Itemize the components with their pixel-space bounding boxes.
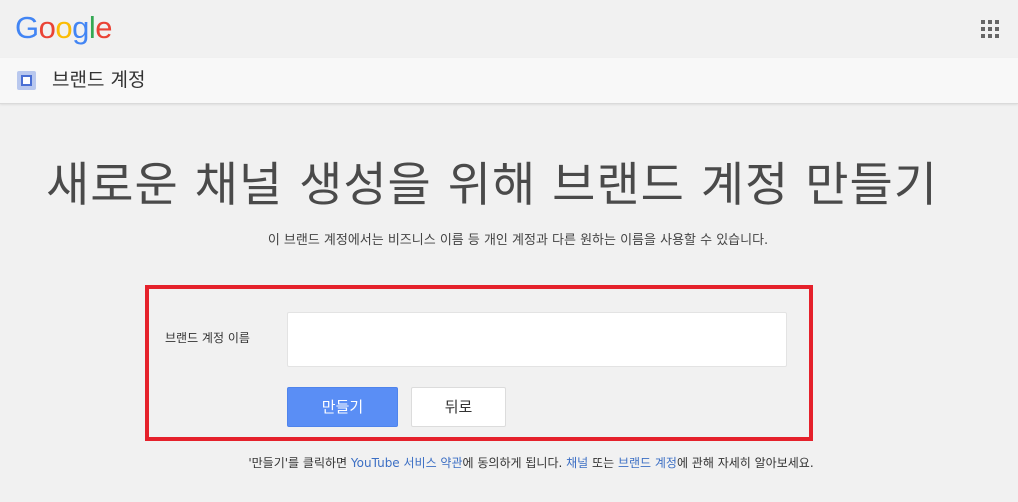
logo-letter-e: e <box>95 10 113 45</box>
page-subtitle: 이 브랜드 계정에서는 비즈니스 이름 등 개인 계정과 다른 원하는 이름을 … <box>267 233 769 248</box>
terms-text-1: '만들기'를 클릭하면 <box>248 456 351 470</box>
terms-notice: '만들기'를 클릭하면 YouTube 서비스 약관에 동의하게 됩니다. 채널… <box>0 454 1018 472</box>
terms-text-2: 에 동의하게 됩니다. <box>462 456 567 470</box>
logo-letter-g2: g <box>72 10 89 45</box>
top-bar: Google <box>0 0 1018 58</box>
brand-account-bar: 브랜드 계정 <box>0 58 1018 104</box>
brand-account-title: 브랜드 계정 <box>52 69 146 91</box>
logo-letter-g: G <box>15 10 39 45</box>
brand-account-icon <box>17 71 36 90</box>
create-button[interactable]: 만들기 <box>287 387 398 427</box>
logo-letter-o1: o <box>38 10 56 45</box>
channel-link[interactable]: 채널 <box>566 456 588 470</box>
brand-name-input[interactable] <box>287 312 787 367</box>
google-logo[interactable]: Google <box>15 9 113 47</box>
logo-letter-o2: o <box>55 10 73 45</box>
apps-grid-icon[interactable] <box>981 20 999 38</box>
brand-account-link[interactable]: 브랜드 계정 <box>618 456 677 470</box>
page-headline: 새로운 채널 생성을 위해 브랜드 계정 만들기 <box>46 158 938 213</box>
terms-text-4: 에 관해 자세히 알아보세요. <box>676 456 814 470</box>
terms-text-3: 또는 <box>588 456 618 470</box>
youtube-terms-link[interactable]: YouTube 서비스 약관 <box>351 456 463 470</box>
brand-name-label: 브랜드 계정 이름 <box>165 331 250 345</box>
back-button[interactable]: 뒤로 <box>411 387 506 427</box>
